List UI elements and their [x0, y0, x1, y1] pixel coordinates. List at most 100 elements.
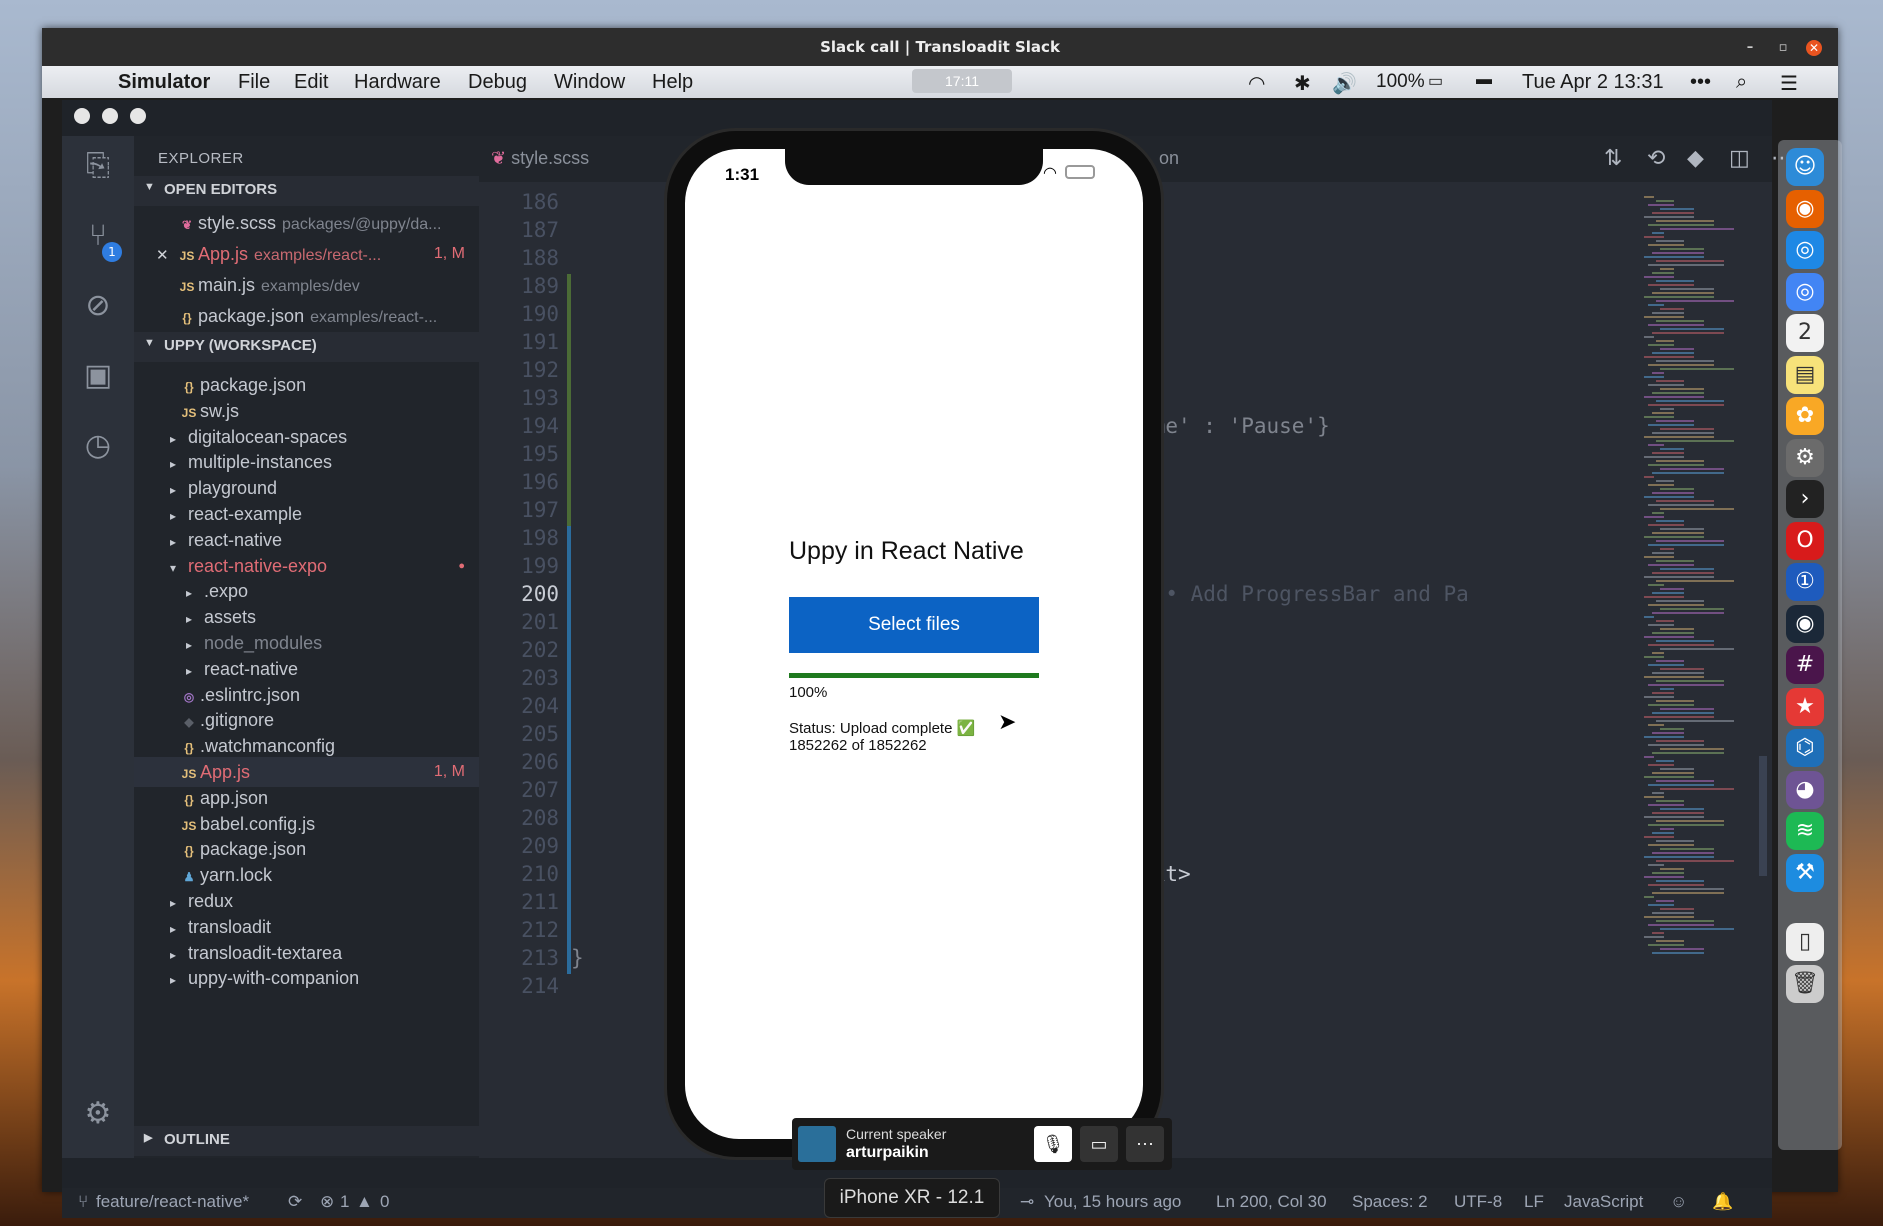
spotlight-icon[interactable]: ⌕	[1736, 71, 1747, 94]
photos-icon[interactable]: ✿	[1786, 397, 1824, 435]
wifi-icon[interactable]: ◠	[1248, 71, 1265, 96]
open-editor-item[interactable]: ❦ style.scss packages/@uppy/da...	[134, 208, 479, 238]
document-icon[interactable]: ▯	[1786, 923, 1824, 961]
menu-hardware[interactable]: Hardware	[354, 71, 441, 94]
open-editor-item[interactable]: ✕ JS App.js examples/react-... 1, M	[134, 239, 479, 269]
minimap-line	[1660, 628, 1694, 630]
sync-icon[interactable]: ⟳	[288, 1192, 302, 1212]
workspace-header[interactable]: ▼ UPPY (WORKSPACE)	[134, 332, 479, 362]
github-icon[interactable]: ◕	[1786, 770, 1824, 809]
open-editors-header[interactable]: ▼ OPEN EDITORS	[134, 176, 479, 206]
video-button[interactable]: ▭	[1080, 1126, 1118, 1162]
vscode-icon[interactable]: ⌬	[1786, 729, 1824, 767]
menu-app-name[interactable]: Simulator	[118, 71, 210, 94]
feedback-icon[interactable]: ☺	[1670, 1192, 1687, 1212]
line-number: 194	[521, 414, 559, 438]
bell-icon[interactable]: 🔔	[1712, 1192, 1733, 1212]
debug-icon[interactable]: ⊘	[80, 288, 116, 324]
menu-window[interactable]: Window	[554, 71, 625, 94]
warning-count[interactable]: 0	[380, 1192, 389, 1212]
volume-icon[interactable]: 🔊	[1332, 71, 1357, 96]
open-editor-item[interactable]: JS main.js examples/dev	[134, 270, 479, 300]
open-editor-path: packages/@uppy/da...	[282, 216, 442, 233]
onepassword-icon[interactable]: ①	[1786, 563, 1824, 601]
minimap[interactable]	[1644, 196, 1754, 956]
cursor-position[interactable]: Ln 200, Col 30	[1216, 1192, 1327, 1212]
more-icon[interactable]: •••	[1690, 71, 1711, 94]
explorer-icon[interactable]: ⎘	[80, 148, 116, 184]
bluetooth-icon[interactable]: ✱	[1294, 71, 1311, 96]
open-changes-icon[interactable]: ⟲	[1647, 146, 1665, 171]
ellipsis-icon: ⋯	[1136, 1134, 1154, 1154]
git-blame[interactable]: You, 15 hours ago	[1044, 1192, 1181, 1212]
call-more-button[interactable]: ⋯	[1126, 1126, 1164, 1162]
minimap-line	[1652, 492, 1694, 494]
extensions-icon[interactable]: ▣	[80, 358, 116, 394]
menu-clock[interactable]: Tue Apr 2 13:31	[1522, 71, 1664, 94]
xcode-icon[interactable]: ⚒	[1786, 853, 1824, 892]
calendar-icon[interactable]: 2	[1786, 314, 1824, 352]
firefox-icon[interactable]: ◉	[1786, 189, 1824, 228]
phone-screen[interactable]: 1:31 ◠ Uppy in React Native Select files…	[685, 149, 1143, 1139]
tree-item-label: .gitignore	[200, 710, 275, 731]
minimap-line	[1660, 368, 1734, 370]
steam-icon[interactable]: ◉	[1786, 604, 1824, 643]
opera-icon[interactable]: O	[1786, 521, 1824, 560]
mac-zoom-button[interactable]	[130, 108, 146, 124]
battery-icon[interactable]: ▭	[1428, 71, 1443, 91]
system-preferences-icon[interactable]: ⚙	[1786, 438, 1824, 477]
notes-icon[interactable]: ▤	[1786, 355, 1824, 394]
menu-file[interactable]: File	[238, 71, 270, 94]
tree-item[interactable]: ▸ uppy-with-companion	[134, 963, 479, 993]
settings-gear-icon[interactable]: ⚙	[80, 1096, 116, 1132]
mac-minimize-button[interactable]	[102, 108, 118, 124]
minimap-line	[1652, 832, 1674, 834]
open-editor-item[interactable]: {} package.json examples/react-...	[134, 301, 479, 331]
split-editor-icon[interactable]: ◫	[1729, 146, 1750, 171]
line-number: 200	[521, 582, 559, 606]
tab-app-json[interactable]: on	[1159, 148, 1179, 169]
end-of-line[interactable]: LF	[1524, 1192, 1544, 1212]
error-count[interactable]: 1	[340, 1192, 349, 1212]
minimap-line	[1644, 456, 1684, 458]
minimap-line	[1656, 240, 1684, 242]
reeder-icon[interactable]: ★	[1786, 687, 1824, 726]
spotify-icon[interactable]: ≋	[1786, 812, 1824, 850]
minimap-line	[1656, 860, 1734, 862]
git-commit-icon[interactable]: ◆	[1687, 146, 1704, 171]
menu-edit[interactable]: Edit	[294, 71, 328, 94]
slack-icon[interactable]: #	[1786, 646, 1824, 684]
warning-icon[interactable]: ▲	[356, 1192, 373, 1212]
battery-percent[interactable]: 100%	[1376, 71, 1425, 93]
finder-icon[interactable]: ☺	[1786, 148, 1824, 186]
branch-icon: ⑂	[78, 1192, 89, 1211]
chrome-icon[interactable]: ◎	[1786, 272, 1824, 311]
outline-header[interactable]: ▶ OUTLINE	[134, 1126, 479, 1156]
select-files-button[interactable]: Select files	[789, 597, 1039, 653]
branch-name[interactable]: feature/react-native*	[96, 1192, 249, 1212]
close-icon[interactable]: ✕	[156, 241, 176, 269]
gitlens-icon[interactable]: ◷	[80, 428, 116, 464]
minimap-line	[1656, 300, 1734, 302]
minimap-line	[1656, 600, 1704, 602]
compare-changes-icon[interactable]: ⇅	[1604, 146, 1622, 171]
maximize-icon[interactable]: ▫	[1775, 40, 1791, 56]
minimize-icon[interactable]: –	[1742, 40, 1758, 56]
terminal-icon[interactable]: ›	[1786, 480, 1824, 518]
mac-close-button[interactable]	[74, 108, 90, 124]
menu-help[interactable]: Help	[652, 71, 693, 94]
error-icon[interactable]: ⊗	[320, 1192, 334, 1212]
notification-center-icon[interactable]: ☰	[1780, 71, 1798, 96]
close-icon[interactable]: ✕	[1806, 40, 1822, 56]
mute-button[interactable]: 🎙	[1034, 1126, 1072, 1162]
safari-icon[interactable]: ◎	[1786, 231, 1824, 269]
indentation[interactable]: Spaces: 2	[1352, 1192, 1428, 1212]
trash-icon[interactable]: 🗑	[1786, 964, 1824, 1003]
scm-badge: 1	[102, 242, 122, 262]
tab-style-scss[interactable]: ❦ style.scss	[479, 136, 607, 182]
language-mode[interactable]: JavaScript	[1564, 1192, 1643, 1212]
encoding[interactable]: UTF-8	[1454, 1192, 1502, 1212]
scrollbar-thumb[interactable]	[1759, 756, 1767, 876]
menu-debug[interactable]: Debug	[468, 71, 527, 94]
flag-icon[interactable]: ▬	[1476, 71, 1492, 89]
